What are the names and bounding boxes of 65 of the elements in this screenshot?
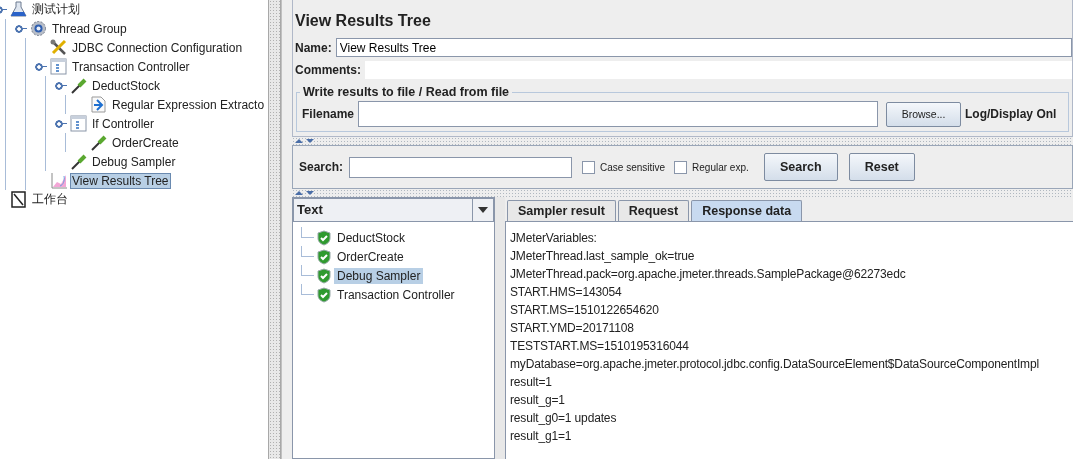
- search-panel-button[interactable]: Search: [763, 153, 838, 181]
- response-line: result_g0=1 updates: [510, 410, 618, 427]
- search-field[interactable]: [349, 156, 573, 178]
- name-label: Name:: [295, 40, 332, 55]
- response-line: START.MS=1510122654620: [510, 302, 660, 319]
- result-item[interactable]: DeductStock: [334, 229, 409, 246]
- tree-item[interactable]: Debug Sampler: [90, 153, 178, 170]
- tree-item[interactable]: 测试计划: [30, 0, 82, 19]
- checkbox[interactable]: [582, 160, 596, 174]
- tree-item[interactable]: Regular Expression Extracto: [110, 96, 267, 113]
- pipette-icon: [70, 77, 87, 94]
- tree-item[interactable]: If Controller: [90, 115, 157, 132]
- browse-button[interactable]: Browse...: [886, 101, 962, 127]
- tree-item[interactable]: Thread Group: [50, 20, 129, 37]
- result-item[interactable]: Transaction Controller: [334, 286, 458, 303]
- tab[interactable]: Response data: [691, 200, 803, 221]
- expand-handle-icon[interactable]: [35, 60, 47, 73]
- result-item[interactable]: OrderCreate: [334, 248, 407, 265]
- log-display-label: Log/Display Onl: [965, 107, 1057, 121]
- response-line: START.HMS=143054: [510, 284, 623, 301]
- caret-icon: [478, 207, 488, 213]
- chart-icon: [50, 172, 67, 189]
- pipette-icon: [70, 153, 87, 170]
- controller-icon: [70, 115, 87, 132]
- notebook-icon: [10, 191, 27, 208]
- comments-label: Comments:: [295, 63, 361, 77]
- pipette-icon: [90, 134, 107, 151]
- tree-item[interactable]: Transaction Controller: [70, 58, 192, 75]
- tree-item[interactable]: DeductStock: [90, 77, 163, 94]
- response-line: myDatabase=org.apache.jmeter.protocol.jdbc.config.DataSourceElement$DataSourceComponentImpl: [510, 356, 1040, 373]
- splitter-arrows-icon[interactable]: [294, 190, 316, 196]
- expand-handle-icon[interactable]: [55, 117, 67, 130]
- checkbox[interactable]: [674, 160, 688, 174]
- name-field[interactable]: View Results Tree: [335, 38, 1072, 57]
- checkbox-label: Regular exp.: [692, 161, 749, 173]
- search-label: Search:: [299, 160, 344, 174]
- response-line: TESTSTART.MS=1510195316044: [510, 338, 690, 355]
- group-title: Write results to file / Read from file: [302, 85, 511, 99]
- tab[interactable]: Sampler result: [507, 200, 616, 221]
- response-line: result=1: [510, 374, 553, 391]
- tab[interactable]: Request: [617, 200, 690, 221]
- comments-field[interactable]: [365, 61, 1072, 79]
- filename-field[interactable]: [358, 101, 879, 127]
- response-line: JMeterThread.pack=org.apache.jmeter.threads.SamplePackage@62273edc: [510, 266, 907, 283]
- response-line: result_g=1: [510, 392, 566, 409]
- flask-icon: [10, 1, 27, 18]
- search-panel-button[interactable]: Reset: [848, 153, 915, 181]
- tools-icon: [50, 39, 67, 56]
- tree-item[interactable]: 工作台: [30, 190, 70, 209]
- response-line: JMeterThread.last_sample_ok=true: [510, 248, 696, 265]
- checkbox-label: Case sensitive: [600, 161, 666, 173]
- controller-icon: [50, 58, 67, 75]
- response-line: START.YMD=20171108: [510, 320, 635, 337]
- tree-item[interactable]: View Results Tree: [70, 172, 171, 189]
- panel-title: View Results Tree: [294, 11, 432, 31]
- splitter-arrows-icon[interactable]: [294, 138, 316, 144]
- result-item[interactable]: Debug Sampler: [334, 267, 424, 284]
- tree-item[interactable]: JDBC Connection Configuration: [70, 39, 245, 56]
- response-line: JMeterVariables:: [510, 230, 598, 247]
- tree-item[interactable]: OrderCreate: [110, 134, 181, 151]
- arrow-document-icon: [90, 96, 107, 113]
- response-line: result_g1=1: [510, 428, 573, 445]
- gear-icon: [30, 20, 47, 37]
- filename-label: Filename: [302, 107, 355, 121]
- renderer-dropdown[interactable]: Text: [293, 198, 494, 222]
